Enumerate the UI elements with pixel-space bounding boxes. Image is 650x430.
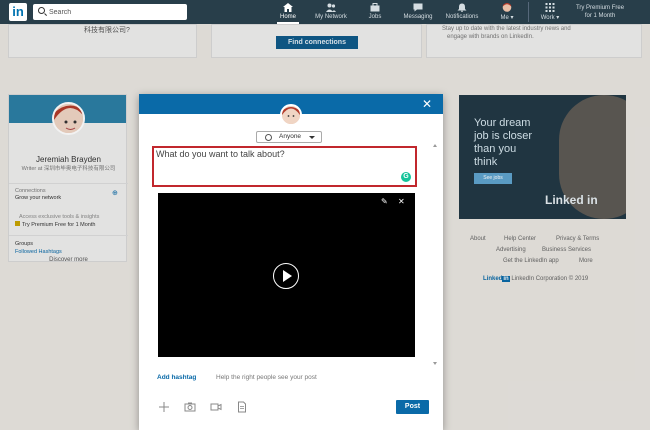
camera-icon[interactable] xyxy=(184,401,196,413)
premium-line-1: Try Premium Free xyxy=(575,5,625,11)
document-icon[interactable] xyxy=(236,401,248,413)
nav-notifications-label: Notifications xyxy=(445,14,479,20)
modal-scrollbar[interactable] xyxy=(433,144,438,416)
avatar-icon xyxy=(282,106,300,124)
audience-selector[interactable]: Anyone xyxy=(256,131,322,143)
search-box[interactable] xyxy=(33,4,187,20)
post-textbox[interactable]: G xyxy=(152,146,417,187)
add-hashtag-link[interactable]: Add hashtag xyxy=(157,374,196,381)
close-icon[interactable]: ✕ xyxy=(421,98,433,110)
caret-down-icon xyxy=(309,136,315,139)
pencil-icon[interactable]: ✎ xyxy=(381,198,389,206)
plus-icon[interactable] xyxy=(158,401,170,413)
try-premium-link[interactable]: Try Premium Free for 1 Month xyxy=(572,4,628,20)
top-nav: in Home My Network Jobs Messaging Notifi… xyxy=(0,0,650,24)
modal-avatar xyxy=(280,104,302,126)
post-text-input[interactable] xyxy=(156,149,411,179)
chat-icon xyxy=(413,3,423,12)
chevron-down-icon: ▾ xyxy=(508,15,514,21)
bell-icon xyxy=(457,3,467,12)
hashtag-hint: Help the right people see your post xyxy=(216,374,317,381)
nav-jobs[interactable]: Jobs xyxy=(364,2,386,24)
avatar-icon xyxy=(502,3,512,12)
nav-my-network-label: My Network xyxy=(315,14,347,20)
scroll-down-arrow-icon[interactable] xyxy=(433,362,437,365)
nav-home-label: Home xyxy=(279,14,296,20)
search-input[interactable] xyxy=(49,6,181,18)
video-preview[interactable]: ✎ ✕ xyxy=(158,193,415,357)
nav-work[interactable]: Work ▾ xyxy=(537,2,563,24)
audience-label: Anyone xyxy=(279,133,302,140)
search-icon xyxy=(38,7,45,14)
nav-divider xyxy=(528,2,529,22)
scroll-up-arrow-icon[interactable] xyxy=(433,144,437,147)
nav-work-label: Work xyxy=(540,15,555,21)
globe-icon xyxy=(265,134,272,141)
nav-jobs-label: Jobs xyxy=(368,14,382,20)
play-icon[interactable] xyxy=(273,263,299,289)
nav-my-network[interactable]: My Network xyxy=(310,2,352,24)
nav-notifications[interactable]: Notifications xyxy=(442,2,482,24)
post-button[interactable]: Post xyxy=(396,400,429,414)
briefcase-icon xyxy=(370,3,380,12)
premium-line-2: for 1 Month xyxy=(584,13,616,19)
grid-icon xyxy=(545,3,555,12)
linkedin-logo[interactable]: in xyxy=(9,3,27,21)
network-icon xyxy=(326,3,336,12)
nav-messaging-label: Messaging xyxy=(403,14,433,20)
video-camera-icon[interactable] xyxy=(210,401,222,413)
home-icon xyxy=(283,3,293,12)
remove-video-icon[interactable]: ✕ xyxy=(398,198,406,206)
nav-messaging[interactable]: Messaging xyxy=(400,2,436,24)
nav-home[interactable]: Home xyxy=(277,2,299,24)
share-post-modal: ✕ Anyone G ✎ ✕ Add hashtag Help the righ… xyxy=(139,94,443,430)
chevron-down-icon: ▾ xyxy=(554,15,560,21)
nav-me-label: Me xyxy=(500,15,509,21)
nav-me[interactable]: Me ▾ xyxy=(495,2,519,24)
grammarly-icon[interactable]: G xyxy=(401,172,411,182)
